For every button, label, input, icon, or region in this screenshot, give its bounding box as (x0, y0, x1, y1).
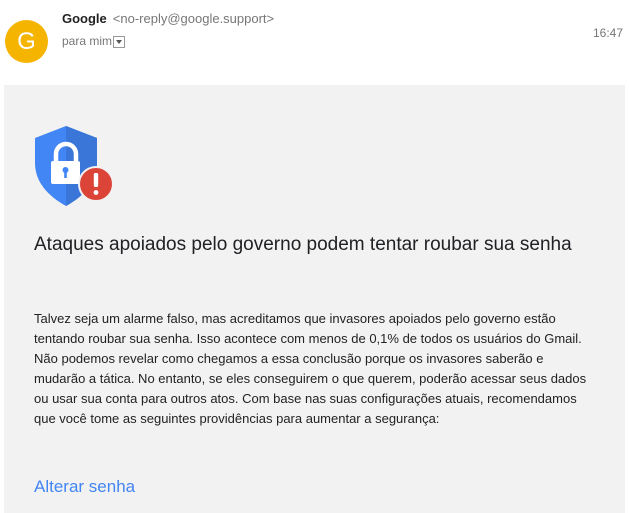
warning-paragraph: Talvez seja um alarme falso, mas acredit… (34, 311, 587, 426)
recipient-line: para mim (62, 34, 126, 48)
sender-avatar[interactable]: G (5, 20, 48, 63)
show-details-chevron-down-icon[interactable] (113, 35, 126, 48)
email-body: Ataques apoiados pelo governo podem tent… (4, 85, 625, 513)
sender-email: <no-reply@google.support> (112, 11, 275, 26)
change-password-link[interactable]: Alterar senha (34, 477, 135, 497)
shield-lock-warning-icon (35, 126, 114, 206)
sender-name[interactable]: Google (62, 11, 107, 26)
warning-heading: Ataques apoiados pelo governo podem tent… (34, 234, 572, 255)
recipient-label: para mim (62, 34, 113, 48)
message-header: G Google <no-reply@google.support> para m… (0, 0, 629, 84)
message-time: 16:47 (592, 26, 623, 40)
sender-line: Google <no-reply@google.support> (62, 11, 274, 26)
